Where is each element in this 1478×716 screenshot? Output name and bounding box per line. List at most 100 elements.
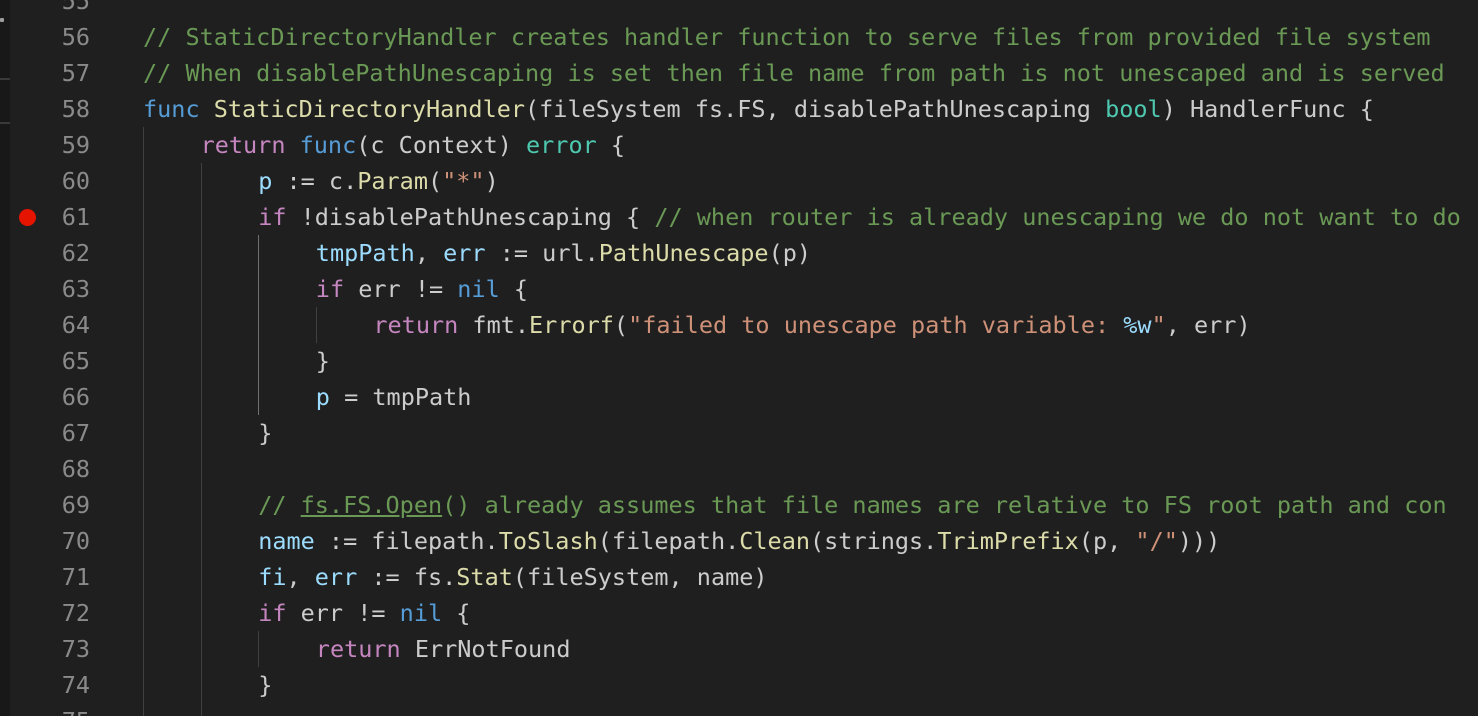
code-line[interactable]: 75: [0, 703, 1478, 716]
code-token: (p,: [1078, 527, 1136, 555]
line-number: 70: [61, 527, 90, 555]
code-line[interactable]: 57 // When disablePathUnescaping is set t…: [0, 55, 1478, 91]
code-line[interactable]: 65}: [0, 343, 1478, 379]
code-text[interactable]: p = tmpPath: [316, 379, 472, 415]
code-token: func: [143, 95, 200, 123]
code-token: // when router is already unescaping we …: [654, 203, 1461, 231]
code-text[interactable]: return fmt.Errorf("failed to unescape pa…: [373, 307, 1250, 343]
code-token: "/": [1135, 527, 1178, 555]
code-token: Stat: [456, 563, 513, 591]
code-token: ToSlash: [498, 527, 598, 555]
code-token: err !=: [286, 599, 400, 627]
code-token: }: [258, 419, 273, 447]
code-text[interactable]: return ErrNotFound: [316, 631, 571, 667]
code-token: ,: [286, 563, 315, 591]
code-line[interactable]: 60 p := c.Param("*"): [0, 163, 1478, 199]
line-number: 75: [20, 703, 90, 716]
code-token: error: [526, 131, 597, 159]
code-token: (c Context): [356, 131, 527, 159]
code-text[interactable]: }: [258, 667, 272, 703]
code-token: fi: [258, 563, 287, 591]
code-line[interactable]: 59 return func(c Context) error {: [0, 127, 1478, 163]
code-token: // StaticDirectoryHandler creates handle…: [143, 23, 1431, 51]
code-token: }: [315, 347, 330, 375]
code-line[interactable]: 68: [0, 451, 1478, 487]
code-text[interactable]: // When disablePathUnescaping is set the…: [143, 55, 1445, 91]
code-token: ,: [414, 239, 444, 267]
code-token: "failed to unescape path variable:: [628, 311, 1124, 339]
code-text[interactable]: tmpPath, err := url.PathUnescape(p): [316, 235, 811, 271]
code-editor[interactable]: 55 56 // StaticDirectoryHandler creates ha…: [0, 0, 1478, 716]
line-number: 55: [61, 0, 90, 15]
code-text[interactable]: func StaticDirectoryHandler(fileSystem f…: [143, 91, 1374, 127]
code-text[interactable]: // StaticDirectoryHandler creates handle…: [143, 19, 1431, 55]
code-line[interactable]: 73 return ErrNotFound: [0, 631, 1478, 667]
line-number: 61: [61, 203, 90, 231]
line-number: 65: [61, 347, 90, 375]
code-token: ErrNotFound: [400, 635, 571, 663]
code-text[interactable]: fi, err := fs.Stat(fileSystem, name): [258, 559, 767, 595]
code-line[interactable]: 61 if !disablePathUnescaping { // when ro…: [0, 199, 1478, 235]
code-token: Param: [357, 167, 428, 195]
code-token: (fileSystem, name): [512, 563, 768, 591]
code-token: fmt.: [458, 311, 530, 339]
code-text[interactable]: p := c.Param("*"): [258, 163, 499, 199]
code-line[interactable]: 66 p = tmpPath: [0, 379, 1478, 415]
code-line[interactable]: 69 // fs.FS.Open() already assumes that f…: [0, 487, 1478, 523]
code-token: (: [427, 167, 443, 195]
code-text[interactable]: if !disablePathUnescaping { // when rout…: [258, 199, 1461, 235]
code-token: (: [613, 311, 629, 339]
code-token: !disablePathUnescaping {: [286, 203, 655, 231]
code-token: return: [315, 635, 401, 663]
code-line[interactable]: 71 fi, err := fs.Stat(fileSystem, name): [0, 559, 1478, 595]
code-token: return: [200, 131, 286, 159]
line-number: 67: [61, 419, 90, 447]
code-line[interactable]: 70 name := filepath.ToSlash(filepath.Clea…: [0, 523, 1478, 559]
line-number: 63: [61, 275, 90, 303]
code-line[interactable]: 64 return fmt.Errorf("failed to unescape …: [0, 307, 1478, 343]
code-line[interactable]: 56 // StaticDirectoryHandler creates hand…: [0, 19, 1478, 55]
line-number: 71: [61, 563, 90, 591]
code-token: nil: [457, 275, 500, 303]
line-number: 74: [61, 671, 90, 699]
code-token: err: [314, 563, 358, 591]
code-line[interactable]: 74}: [0, 667, 1478, 703]
code-token: p: [315, 383, 330, 411]
code-text[interactable]: }: [258, 415, 272, 451]
code-line[interactable]: 67}: [0, 415, 1478, 451]
code-token: bool: [1105, 95, 1162, 123]
line-number: 68: [61, 455, 90, 483]
line-number: 59: [61, 131, 90, 159]
code-text[interactable]: return func(c Context) error {: [201, 127, 625, 163]
code-token: (p): [768, 239, 812, 267]
code-line[interactable]: 62 tmpPath, err := url.PathUnescape(p): [0, 235, 1478, 271]
code-text[interactable]: name := filepath.ToSlash(filepath.Clean(…: [258, 523, 1220, 559]
code-token: PathUnescape: [598, 239, 769, 267]
code-token: ": [1151, 311, 1166, 339]
code-token: TrimPrefix: [937, 527, 1079, 555]
code-text[interactable]: if err != nil {: [316, 271, 528, 307]
code-token: if: [315, 275, 345, 303]
code-token: return: [373, 311, 459, 339]
line-number: 60: [61, 167, 90, 195]
code-line[interactable]: 72 if err != nil {: [0, 595, 1478, 631]
code-line[interactable]: 63 if err != nil {: [0, 271, 1478, 307]
code-token: err: [443, 239, 486, 267]
code-token: p: [258, 167, 273, 195]
code-token: (strings.: [810, 527, 938, 555]
code-text[interactable]: }: [316, 343, 330, 379]
line-number: 62: [61, 239, 90, 267]
code-token: %w: [1123, 311, 1152, 339]
code-line[interactable]: 55: [0, 0, 1478, 19]
code-text[interactable]: // fs.FS.Open() already assumes that fil…: [258, 487, 1446, 523]
code-token: := filepath.: [314, 527, 499, 555]
code-token: if: [258, 599, 287, 627]
code-text[interactable]: if err != nil {: [258, 595, 470, 631]
line-number: 58: [61, 95, 90, 123]
code-line[interactable]: 58 func StaticDirectoryHandler(fileSystem…: [0, 91, 1478, 127]
code-token: {: [499, 275, 529, 303]
code-token: func: [299, 131, 357, 159]
code-token: // When disablePathUnescaping is set the…: [143, 59, 1445, 87]
